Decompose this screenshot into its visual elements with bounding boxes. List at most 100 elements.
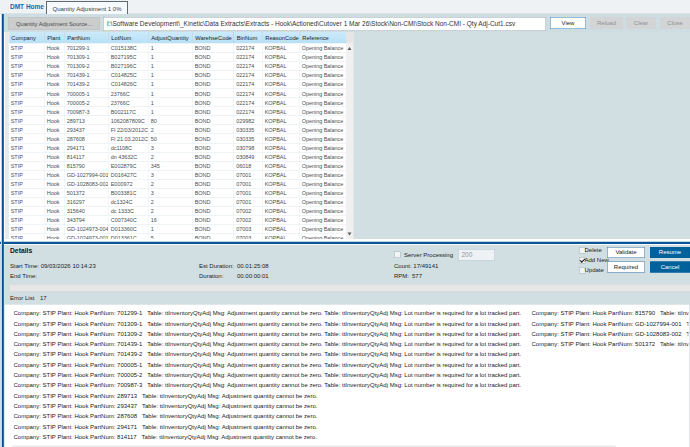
- table-row[interactable]: STIPHook294171dc1108C3BOND030798KOPBALOp…: [5, 143, 346, 152]
- col-header-company[interactable]: Company: [8, 32, 44, 44]
- clear-button[interactable]: Clear: [626, 17, 656, 29]
- source-button[interactable]: Quantity Adjustment Source...: [8, 17, 100, 30]
- error-item[interactable]: Company: STIP Plant: Hook PartNum: 29417…: [14, 421, 532, 431]
- table-row[interactable]: STIPHook701309-2B027196C1BOND022174KOPBA…: [5, 62, 346, 71]
- batch-size-input[interactable]: 200: [458, 249, 495, 261]
- table-cell: Opening Balance: [299, 116, 346, 125]
- table-cell: 022174: [234, 62, 263, 71]
- error-list-box: Company: STIP Plant: Hook PartNum: 70129…: [4, 304, 690, 447]
- table-cell: BOND: [192, 197, 234, 206]
- table-cell: KOPBAL: [262, 170, 299, 179]
- table-row[interactable]: STIPHookGD-1028083-002E0009722BOND07001K…: [5, 179, 346, 188]
- table-cell: BOND: [192, 71, 234, 80]
- table-cell: STIP: [8, 89, 44, 98]
- table-row[interactable]: STIPHook701439-2C014826C1BOND022174KOPBA…: [5, 80, 346, 89]
- table-row[interactable]: STIPHookGD-1027994-001D016427C3BOND07001…: [5, 170, 346, 179]
- error-item[interactable]: Company: STIP Plant: Hook PartNum: 70000…: [14, 359, 532, 369]
- table-row[interactable]: STIPHookGD-1024973-004D013360C1BOND07003…: [5, 224, 346, 233]
- table-row[interactable]: STIPHook501372B003381C3BOND07001KOPBALOp…: [5, 188, 346, 197]
- error-item[interactable]: Company: STIP Plant: Hook PartNum: 70000…: [14, 370, 532, 380]
- error-item[interactable]: Company: STIP Plant: Hook PartNum: 50137…: [532, 339, 689, 349]
- table-cell: Hook: [44, 125, 64, 134]
- table-row[interactable]: STIPHook701309-1B027195C1BOND022174KOPBA…: [5, 53, 346, 62]
- table-cell: B027195C: [108, 53, 148, 62]
- rpm-row: RPM:577: [394, 272, 454, 279]
- error-item[interactable]: Company: STIP Plant: Hook PartNum: 70129…: [14, 308, 532, 318]
- col-header-partnum[interactable]: PartNum: [64, 32, 108, 44]
- table-row[interactable]: STIPHook315640dc 1333C2BOND07002KOPBALOp…: [5, 206, 346, 215]
- col-header-binnum[interactable]: BinNum: [234, 32, 263, 44]
- table-cell: Opening Balance: [299, 215, 346, 224]
- grid-vertical-scrollbar[interactable]: [346, 44, 353, 240]
- error-item[interactable]: Company: STIP Plant: Hook PartNum: 29343…: [14, 401, 532, 411]
- table-cell: KOPBAL: [262, 152, 299, 161]
- scroll-up-icon[interactable]: [348, 47, 352, 50]
- col-header-reasoncode[interactable]: ReasonCode: [262, 32, 299, 44]
- error-item[interactable]: Company: STIP Plant: Hook PartNum: 28971…: [14, 390, 532, 400]
- table-cell: D016427C: [108, 170, 148, 179]
- error-item[interactable]: Company: STIP Plant: Hook PartNum: 70143…: [14, 349, 532, 359]
- error-item[interactable]: Company: STIP Plant: Hook PartNum: 70130…: [14, 329, 532, 339]
- error-item[interactable]: Company: STIP Plant: Hook PartNum: GD-10…: [532, 318, 689, 328]
- view-button[interactable]: View: [550, 17, 586, 29]
- table-cell: Opening Balance: [299, 188, 346, 197]
- table-row[interactable]: STIPHook701299-1C015138C1BOND022174KOPBA…: [5, 44, 346, 53]
- table-cell: Hook: [44, 89, 64, 98]
- table-row[interactable]: STIPHook343794C007340C16BOND07002KOPBALO…: [5, 215, 346, 224]
- table-row[interactable]: STIPHook293437FI 22/03/2012C2BOND030335K…: [5, 125, 346, 134]
- scroll-down-icon[interactable]: [348, 233, 352, 236]
- col-header-warehsecode[interactable]: WarehseCode: [192, 32, 234, 44]
- table-cell: 07002: [234, 206, 263, 215]
- table-cell: 1062087809C: [108, 116, 148, 125]
- table-row[interactable]: STIPHook287608FI 21.03.2012C50BOND030335…: [5, 134, 346, 143]
- table-cell: 022174: [234, 89, 263, 98]
- table-cell: KOPBAL: [262, 197, 299, 206]
- table-cell: KOPBAL: [262, 89, 299, 98]
- table-cell: C007340C: [108, 215, 148, 224]
- table-cell: KOPBAL: [262, 161, 299, 170]
- cancel-button[interactable]: Cancel: [650, 262, 690, 273]
- error-item[interactable]: Company: STIP Plant: Hook PartNum: 81579…: [532, 308, 689, 318]
- table-cell: FI 22/03/2012C: [108, 125, 148, 134]
- error-item[interactable]: Company: STIP Plant: Hook PartNum: 70130…: [14, 318, 532, 328]
- table-cell: STIP: [8, 197, 44, 206]
- validate-button[interactable]: Validate: [607, 247, 645, 258]
- table-row[interactable]: STIPHook316297dc1324C2BOND07001KOPBALOpe…: [5, 197, 346, 206]
- table-cell: C014825C: [108, 71, 148, 80]
- table-row[interactable]: STIPHook701439-1C014825C1BOND022174KOPBA…: [5, 71, 346, 80]
- col-header-adjustquantity[interactable]: AdjustQuantity: [148, 32, 192, 44]
- table-cell: GD-1027994-001: [64, 170, 108, 179]
- table-row[interactable]: STIPHook814117dn 43632C2BOND030849KOPBAL…: [5, 152, 346, 161]
- table-cell: 2: [148, 206, 192, 215]
- resume-button[interactable]: Resume: [650, 247, 690, 258]
- table-row[interactable]: STIPHook700005-223766C1BOND022174KOPBALO…: [5, 98, 346, 107]
- tab-bar: DMT Home Quantity Adjustment 1 0%: [0, 0, 690, 14]
- error-item[interactable]: Company: STIP Plant: Hook PartNum: 70098…: [14, 380, 532, 390]
- error-list-count: 17: [40, 294, 47, 301]
- window-left-border: [1, 14, 4, 447]
- source-path-input[interactable]: I:\Software Development\_Kinetic\Data Ex…: [103, 17, 546, 31]
- table-row[interactable]: STIPHook700005-123766C1BOND022174KOPBALO…: [5, 89, 346, 98]
- close-button[interactable]: Close: [660, 17, 690, 29]
- table-row[interactable]: STIPHook700987-3B002117C1BOND022174KOPBA…: [5, 107, 346, 116]
- table-cell: 1: [148, 98, 192, 107]
- table-cell: Opening Balance: [299, 53, 346, 62]
- col-header-reference[interactable]: Reference: [299, 32, 346, 44]
- required-button[interactable]: Required: [607, 262, 645, 273]
- col-header-lotnum[interactable]: LotNum: [108, 32, 148, 44]
- reload-button[interactable]: Reload: [590, 17, 623, 29]
- table-cell: E002879C: [108, 161, 148, 170]
- error-item[interactable]: Company: STIP Plant: Hook PartNum: 81411…: [14, 432, 532, 442]
- table-cell: STIP: [8, 188, 44, 197]
- error-item[interactable]: Company: STIP Plant: Hook PartNum: 28760…: [14, 411, 532, 421]
- error-item[interactable]: Company: STIP Plant: Hook PartNum: 70143…: [14, 339, 532, 349]
- tab-dmt-home[interactable]: DMT Home: [10, 3, 44, 11]
- table-cell: STIP: [8, 215, 44, 224]
- table-row[interactable]: STIPHook815790E002879C345BOND06018KOPBAL…: [5, 161, 346, 170]
- server-processing-checkbox[interactable]: [394, 252, 401, 259]
- tab-quantity-adjustment[interactable]: Quantity Adjustment 1 0%: [46, 1, 128, 15]
- error-item[interactable]: Company: STIP Plant: Hook PartNum: GD-10…: [532, 329, 689, 339]
- col-header-plant[interactable]: Plant: [44, 32, 64, 44]
- table-cell: BOND: [192, 125, 234, 134]
- table-row[interactable]: STIPHook2897131062087809C80BOND029982KOP…: [5, 116, 346, 125]
